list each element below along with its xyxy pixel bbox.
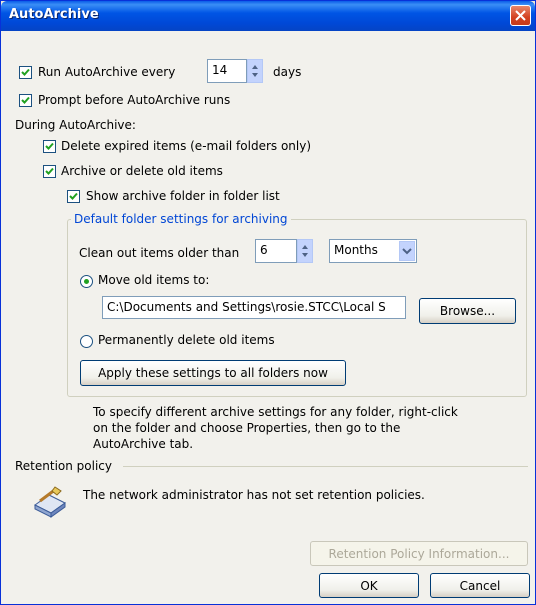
delete-expired-checkbox[interactable] <box>43 140 56 153</box>
retention-message: The network administrator has not set re… <box>83 488 425 502</box>
days-label: days <box>273 65 302 79</box>
run-autoarchive-checkbox[interactable] <box>19 66 32 79</box>
checkmark-icon <box>21 96 30 104</box>
info-text: To specify different archive settings fo… <box>93 404 458 452</box>
days-input[interactable]: 14 <box>207 59 247 83</box>
spinner-arrows-icon <box>302 245 308 257</box>
run-autoarchive-label: Run AutoArchive every <box>38 65 176 79</box>
move-old-items-label: Move old items to: <box>98 273 210 287</box>
info-line-2: on the folder and choose Properties, the… <box>93 421 401 435</box>
unit-select-value: Months <box>334 243 378 257</box>
info-line-3: AutoArchive tab. <box>93 437 194 451</box>
cancel-button[interactable]: Cancel <box>430 573 530 598</box>
title-bar: AutoArchive <box>1 1 535 31</box>
permanently-delete-radio[interactable] <box>80 335 93 348</box>
spinner-arrows-icon <box>252 65 258 77</box>
move-old-items-radio[interactable] <box>80 275 93 288</box>
close-icon <box>515 10 526 21</box>
ok-button[interactable]: OK <box>319 573 419 598</box>
show-archive-folder-label: Show archive folder in folder list <box>86 189 280 203</box>
dialog-title: AutoArchive <box>9 7 99 22</box>
default-settings-title: Default folder settings for archiving <box>71 212 291 226</box>
during-autoarchive-label: During AutoArchive: <box>15 118 136 132</box>
checkmark-icon <box>45 167 54 175</box>
show-archive-folder-checkbox[interactable] <box>67 190 80 203</box>
retention-separator <box>123 466 528 467</box>
info-line-1: To specify different archive settings fo… <box>93 405 458 419</box>
prompt-before-label: Prompt before AutoArchive runs <box>38 93 231 107</box>
prompt-before-checkbox[interactable] <box>19 94 32 107</box>
delete-expired-label: Delete expired items (e-mail folders onl… <box>61 139 312 153</box>
apply-to-all-button[interactable]: Apply these settings to all folders now <box>80 360 346 386</box>
days-spinner[interactable] <box>247 59 263 83</box>
browse-button[interactable]: Browse... <box>419 298 516 324</box>
archive-old-checkbox[interactable] <box>43 165 56 178</box>
archive-old-label: Archive or delete old items <box>61 164 223 178</box>
archive-path-input[interactable]: C:\Documents and Settings\rosie.STCC\Loc… <box>102 296 406 319</box>
clean-out-input[interactable]: 6 <box>255 239 297 263</box>
checkmark-icon <box>21 68 30 76</box>
retention-policy-label: Retention policy <box>15 459 113 473</box>
retention-policy-info-button[interactable]: Retention Policy Information... <box>310 541 528 566</box>
autoarchive-dialog: AutoArchive Run AutoArchive every 14 day… <box>0 0 536 605</box>
chevron-down-icon <box>402 248 412 255</box>
clean-out-label: Clean out items older than <box>79 246 240 260</box>
clean-out-spinner[interactable] <box>297 239 313 263</box>
close-button[interactable] <box>510 5 531 26</box>
unit-dropdown-button[interactable] <box>399 241 415 261</box>
checkmark-icon <box>45 142 54 150</box>
permanently-delete-label: Permanently delete old items <box>98 333 275 347</box>
dialog-body: Run AutoArchive every 14 days Prompt bef… <box>1 31 535 604</box>
checkmark-icon <box>69 192 78 200</box>
retention-policy-icon <box>34 486 66 518</box>
